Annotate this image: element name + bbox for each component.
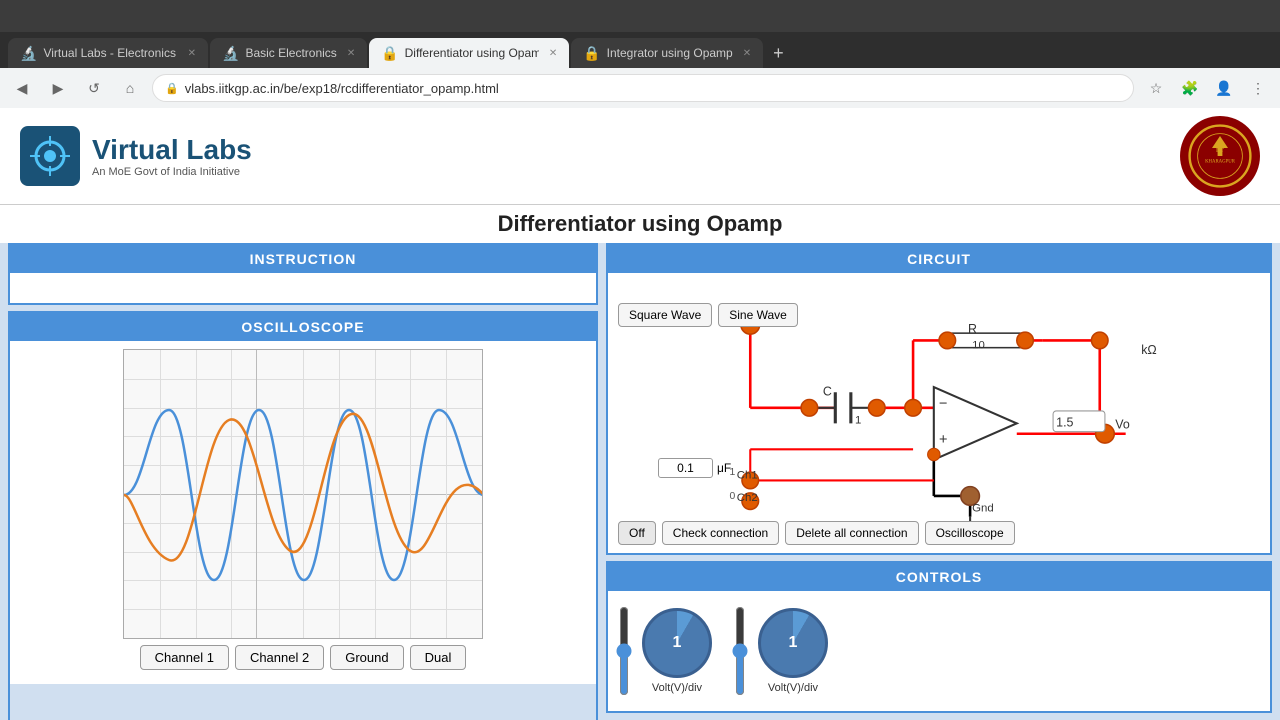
security-icon: 🔒: [165, 82, 179, 95]
controls-panel: CONTROLS 1 Volt(V)/div: [606, 561, 1272, 713]
page-content: Virtual Labs An MoE Govt of India Initia…: [0, 108, 1280, 720]
circuit-panel: CIRCUIT: [606, 243, 1272, 555]
scope-grid: [123, 349, 483, 639]
sine-wave-btn[interactable]: Sine Wave: [718, 303, 798, 327]
extensions-button[interactable]: 🧩: [1176, 74, 1204, 102]
content-layout: INSTRUCTION OSCILLOSCOPE: [0, 243, 1280, 720]
off-btn[interactable]: Off: [618, 521, 656, 545]
tab-bar: 🔬 Virtual Labs - Electronics & Com... ✕ …: [0, 32, 1280, 68]
svg-text:10: 10: [972, 340, 985, 352]
tab-close-0[interactable]: ✕: [188, 48, 196, 59]
svg-text:1.5: 1.5: [1056, 415, 1073, 429]
svg-text:+: +: [939, 432, 947, 448]
check-connection-btn[interactable]: Check connection: [662, 521, 779, 545]
ch1-knob[interactable]: 1: [642, 608, 712, 678]
channel1-controls: 1 Volt(V)/div: [616, 599, 712, 703]
svg-text:−: −: [939, 396, 947, 412]
oscilloscope-content: Channel 1 Channel 2 Ground Dual: [10, 341, 596, 684]
scope-buttons: Channel 1 Channel 2 Ground Dual: [18, 639, 588, 676]
instruction-content: [10, 273, 596, 303]
ch1-knob-container: 1 Volt(V)/div: [642, 608, 712, 694]
address-bar[interactable]: 🔒 vlabs.iitkgp.ac.in/be/exp18/rcdifferen…: [152, 74, 1134, 102]
svg-text:Ch1: Ch1: [737, 469, 758, 481]
logo-subtitle: An MoE Govt of India Initiative: [92, 166, 252, 178]
oscilloscope-panel: OSCILLOSCOPE: [8, 311, 598, 720]
nav-icons: ☆ 🧩 👤 ⋮: [1142, 74, 1272, 102]
channel2-controls: 1 Volt(V)/div: [732, 599, 828, 703]
controls-content: 1 Volt(V)/div 1 Volt(V)/div: [608, 591, 1270, 711]
profile-button[interactable]: 👤: [1210, 74, 1238, 102]
new-tab-button[interactable]: +: [765, 39, 792, 68]
waveform-svg: [124, 350, 483, 639]
channel1-wave: [124, 410, 483, 580]
ch2-knob-value: 1: [789, 634, 798, 652]
logo-title: Virtual Labs: [92, 134, 252, 166]
ch1-slider[interactable]: [616, 606, 632, 696]
circuit-header: CIRCUIT: [608, 245, 1270, 273]
logo-text: Virtual Labs An MoE Govt of India Initia…: [92, 134, 252, 178]
left-panel: INSTRUCTION OSCILLOSCOPE: [8, 243, 598, 720]
browser-chrome: [0, 0, 1280, 32]
controls-header: CONTROLS: [608, 563, 1270, 591]
bookmark-button[interactable]: ☆: [1142, 74, 1170, 102]
channel1-btn[interactable]: Channel 1: [140, 645, 229, 670]
logo-area: Virtual Labs An MoE Govt of India Initia…: [20, 126, 252, 186]
c-unit-label: μF: [717, 461, 731, 475]
svg-text:kΩ: kΩ: [1141, 343, 1157, 357]
forward-button[interactable]: ▶: [44, 74, 72, 102]
back-button[interactable]: ◀: [8, 74, 36, 102]
tab-virtual-labs[interactable]: 🔬 Virtual Labs - Electronics & Com... ✕: [8, 38, 208, 68]
svg-text:Ch2: Ch2: [737, 492, 758, 504]
svg-text:1: 1: [855, 414, 861, 426]
channel2-wave: [124, 414, 483, 561]
square-wave-btn[interactable]: Square Wave: [618, 303, 712, 327]
dual-btn[interactable]: Dual: [410, 645, 467, 670]
instruction-panel: INSTRUCTION: [8, 243, 598, 305]
ch2-knob-container: 1 Volt(V)/div: [758, 608, 828, 694]
svg-text:Gnd: Gnd: [972, 503, 994, 515]
c-input-area: μF: [658, 458, 731, 478]
c-value-input[interactable]: [658, 458, 713, 478]
svg-text:KHARAGPUR: KHARAGPUR: [1205, 159, 1236, 164]
oscilloscope-header: OSCILLOSCOPE: [10, 313, 596, 341]
channel2-btn[interactable]: Channel 2: [235, 645, 324, 670]
circuit-bottom-buttons: Off Check connection Delete all connecti…: [618, 521, 1015, 545]
tab-close-3[interactable]: ✕: [743, 48, 751, 59]
tab-close-2[interactable]: ✕: [549, 48, 557, 59]
circuit-content: − +: [608, 273, 1270, 553]
url-text: vlabs.iitkgp.ac.in/be/exp18/rcdifferenti…: [185, 81, 1121, 96]
iit-logo: IIT KHARAGPUR: [1180, 116, 1260, 196]
home-button[interactable]: ⌂: [116, 74, 144, 102]
tab-basic-electronics[interactable]: 🔬 Basic Electronics ✕: [210, 38, 367, 68]
oscilloscope-btn[interactable]: Oscilloscope: [925, 521, 1015, 545]
svg-text:0: 0: [730, 491, 736, 502]
site-header: Virtual Labs An MoE Govt of India Initia…: [0, 108, 1280, 205]
svg-text:C: C: [823, 384, 832, 398]
ch2-knob[interactable]: 1: [758, 608, 828, 678]
ch2-knob-label: Volt(V)/div: [768, 682, 818, 694]
instruction-header: INSTRUCTION: [10, 245, 596, 273]
menu-button[interactable]: ⋮: [1244, 74, 1272, 102]
logo-icon: [20, 126, 80, 186]
ch1-knob-value: 1: [673, 634, 682, 652]
nav-bar: ◀ ▶ ↺ ⌂ 🔒 vlabs.iitkgp.ac.in/be/exp18/rc…: [0, 68, 1280, 108]
tab-integrator[interactable]: 🔒 Integrator using Opamp ✕: [571, 38, 763, 68]
ground-btn[interactable]: Ground: [330, 645, 403, 670]
reload-button[interactable]: ↺: [80, 74, 108, 102]
tab-differentiator[interactable]: 🔒 Differentiator using Opamp ✕: [369, 38, 569, 68]
ch1-knob-label: Volt(V)/div: [652, 682, 702, 694]
delete-connection-btn[interactable]: Delete all connection: [785, 521, 918, 545]
svg-text:Vo: Vo: [1115, 418, 1130, 432]
wave-buttons: Square Wave Sine Wave: [618, 303, 798, 327]
page-title: Differentiator using Opamp: [0, 205, 1280, 243]
ch2-slider[interactable]: [732, 606, 748, 696]
tab-close-1[interactable]: ✕: [347, 48, 355, 59]
right-panel: CIRCUIT: [606, 243, 1272, 720]
svg-text:R: R: [968, 322, 977, 336]
